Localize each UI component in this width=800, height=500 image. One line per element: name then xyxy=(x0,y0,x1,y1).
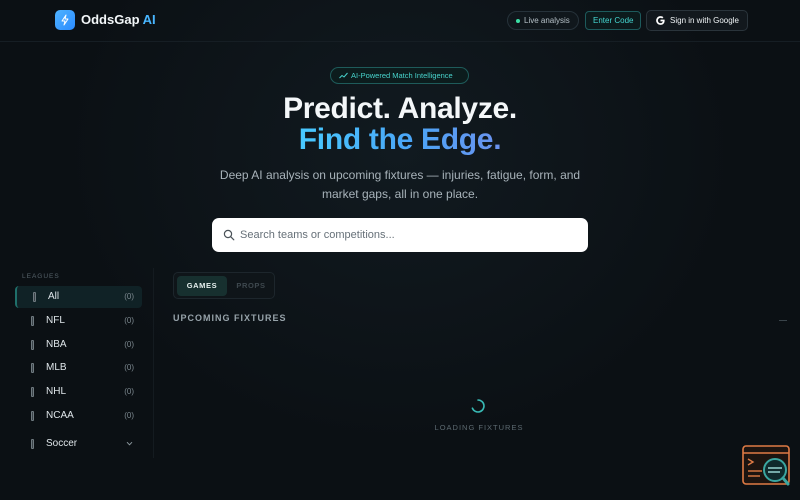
sidebar-item-count: (0) xyxy=(124,411,134,420)
league-bar-icon xyxy=(33,292,36,302)
sidebar-item-label: NHL xyxy=(46,386,67,397)
sidebar-item-ncaa[interactable]: NCAA (0) xyxy=(15,405,142,427)
sidebar-item-label: All xyxy=(48,291,60,302)
sidebar-item-label: Soccer xyxy=(46,438,78,449)
loading-spinner-icon xyxy=(471,399,485,413)
loading-fixtures-text: LOADING FIXTURES xyxy=(434,423,524,432)
fixture-type-tabs: GAMES PROPS xyxy=(173,272,275,299)
league-bar-icon xyxy=(31,316,34,326)
search-bar[interactable] xyxy=(212,218,588,252)
league-bar-icon xyxy=(31,387,34,397)
sidebar-item-count: (0) xyxy=(124,292,134,301)
brand-name: OddsGap xyxy=(81,12,140,27)
live-analysis-pill: Live analysis xyxy=(507,11,579,30)
sidebar-item-count: (0) xyxy=(124,340,134,349)
league-bar-icon xyxy=(31,363,34,373)
live-dot-icon xyxy=(516,19,520,23)
sidebar-item-all[interactable]: All (0) xyxy=(15,286,142,308)
enter-code-button[interactable]: Enter Code xyxy=(585,11,642,30)
sidebar-item-nba[interactable]: NBA (0) xyxy=(15,334,142,356)
chevron-down-icon[interactable] xyxy=(126,440,133,447)
sidebar-item-nhl[interactable]: NHL (0) xyxy=(15,381,142,403)
sidebar-item-count: (0) xyxy=(124,363,134,372)
sidebar-item-soccer[interactable]: Soccer xyxy=(15,433,142,455)
league-bar-icon xyxy=(31,340,34,350)
live-analysis-label: Live analysis xyxy=(524,16,570,25)
league-bar-icon xyxy=(31,411,34,421)
league-bar-icon xyxy=(31,439,34,449)
sidebar-item-label: MLB xyxy=(46,362,67,373)
search-input[interactable] xyxy=(240,218,580,252)
tab-props[interactable]: PROPS xyxy=(230,276,272,296)
top-header: OddsGap AI Live analysis Enter Code Sign… xyxy=(0,0,800,42)
trend-up-icon xyxy=(339,72,348,79)
sign-in-label: Sign in with Google xyxy=(670,16,739,25)
brand-logo-text[interactable]: OddsGap AI xyxy=(81,12,156,27)
tab-games[interactable]: GAMES xyxy=(177,276,227,296)
hero-subtitle: Deep AI analysis on upcoming fixtures — … xyxy=(219,168,581,201)
hero-title-line-2: Find the Edge. xyxy=(0,123,800,157)
sidebar-item-label: NFL xyxy=(46,315,65,326)
lightning-bolt-icon[interactable] xyxy=(55,10,75,30)
terminal-search-icon[interactable] xyxy=(742,445,790,487)
sidebar-item-nfl[interactable]: NFL (0) xyxy=(15,310,142,332)
leagues-heading: LEAGUES xyxy=(22,273,60,280)
ai-badge: AI-Powered Match Intelligence xyxy=(330,67,469,84)
sidebar-item-count: (0) xyxy=(124,387,134,396)
brand-accent: AI xyxy=(142,12,156,27)
search-icon xyxy=(223,229,235,241)
upcoming-fixtures-heading: UPCOMING FIXTURES xyxy=(173,313,287,323)
collapse-dash-icon[interactable] xyxy=(779,320,787,321)
hero-title-gradient: Find the Edge. xyxy=(298,123,502,156)
sidebar-item-mlb[interactable]: MLB (0) xyxy=(15,357,142,379)
sidebar-item-label: NCAA xyxy=(46,410,74,421)
page: OddsGap AI Live analysis Enter Code Sign… xyxy=(0,0,800,500)
sign-in-google-button[interactable]: Sign in with Google xyxy=(646,10,748,31)
hero-title-line-1: Predict. Analyze. xyxy=(283,92,517,125)
sidebar-divider xyxy=(153,268,154,458)
google-g-icon xyxy=(656,16,665,25)
sidebar-item-count: (0) xyxy=(124,316,134,325)
sidebar-item-label: NBA xyxy=(46,339,67,350)
ai-badge-label: AI-Powered Match Intelligence xyxy=(351,71,453,80)
